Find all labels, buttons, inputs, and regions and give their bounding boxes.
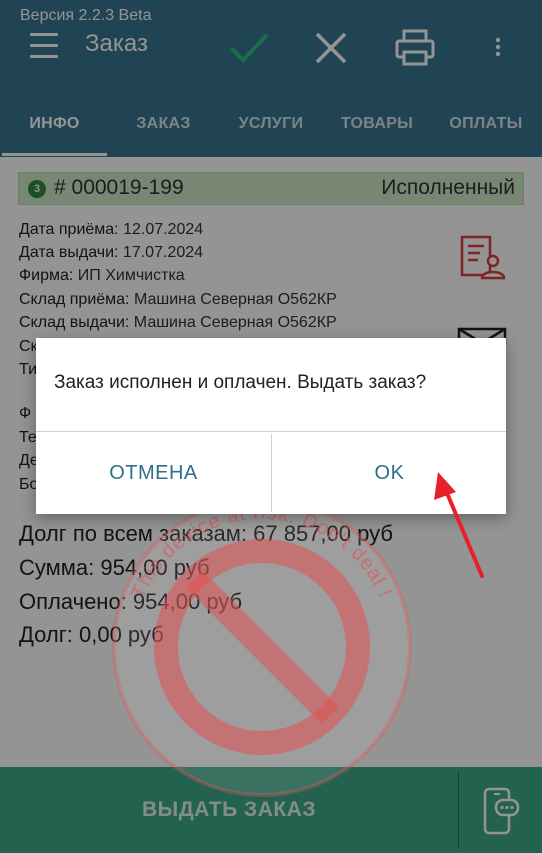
pointer-arrow — [434, 472, 484, 578]
dialog-divider — [36, 431, 506, 432]
risk-watermark: This device at risk. Don't deal ! — [112, 497, 412, 797]
dialog-message: Заказ исполнен и оплачен. Выдать заказ? — [54, 372, 427, 393]
cancel-button[interactable]: ОТМЕНА — [36, 433, 271, 514]
